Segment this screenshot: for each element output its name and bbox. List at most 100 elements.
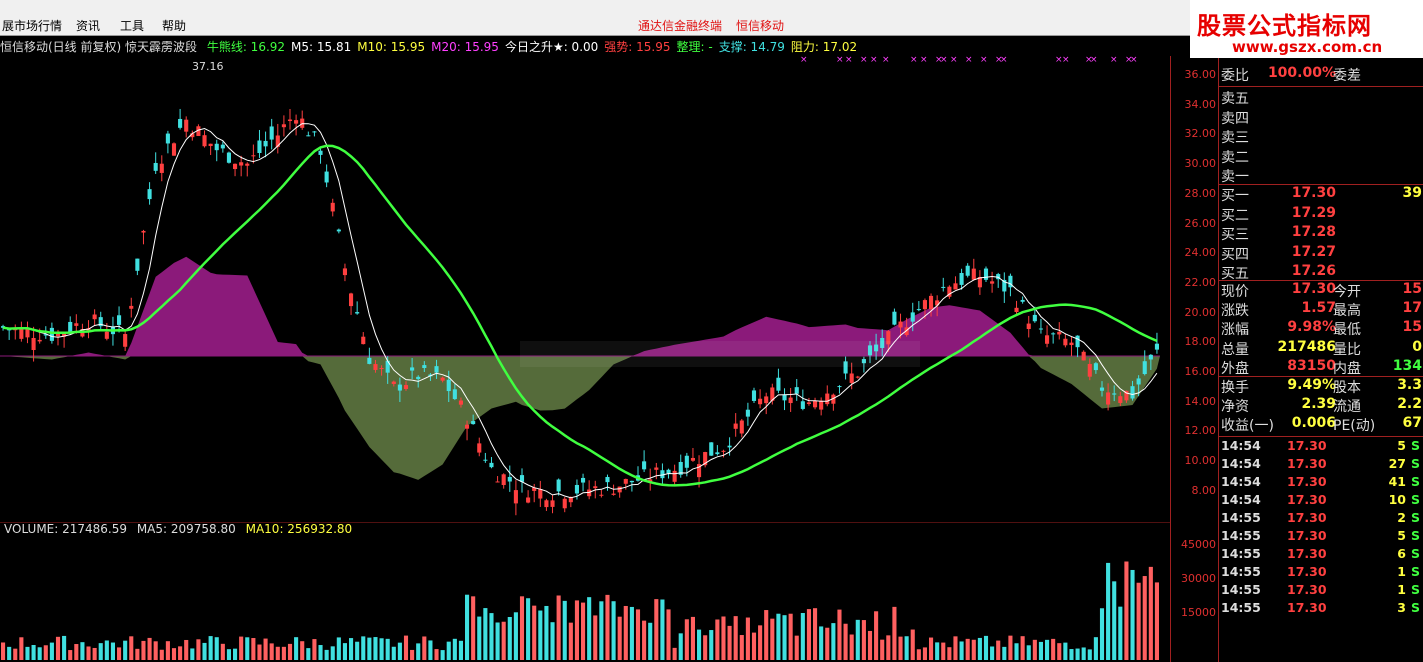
candle-body xyxy=(324,171,329,183)
tick-t: 14:54 xyxy=(1221,438,1261,453)
indicator-item: M5: 15.81 xyxy=(291,40,352,54)
volume-bar xyxy=(929,637,934,660)
volume-bar xyxy=(403,635,409,660)
candle-body xyxy=(330,202,335,212)
volume-bar xyxy=(379,638,384,660)
tick-row: 14:55 17.30 2 S xyxy=(1219,510,1423,528)
volume-bar xyxy=(43,645,48,660)
volume-bar xyxy=(391,646,396,660)
volume-bar xyxy=(977,637,982,660)
price-axis-label: 22.00 xyxy=(1184,275,1217,289)
candle-body xyxy=(171,143,177,156)
candle-body xyxy=(471,421,476,425)
volume-bar xyxy=(617,616,622,660)
quote-row: 卖二 xyxy=(1219,147,1423,166)
tick-s: S xyxy=(1410,456,1420,471)
candle-body xyxy=(1130,386,1135,399)
candle-body xyxy=(507,476,512,482)
quote-label: 最低 xyxy=(1333,322,1361,339)
candle-body xyxy=(1069,342,1074,346)
candle-body xyxy=(153,162,158,171)
volume-bar xyxy=(117,647,122,660)
watermark-band xyxy=(520,341,920,367)
volume-bar xyxy=(922,647,927,660)
volume-bar xyxy=(581,602,586,660)
candle-body xyxy=(910,312,915,322)
volume-bar xyxy=(764,610,769,660)
tick-s: S xyxy=(1410,510,1420,525)
candle-body xyxy=(1112,393,1117,395)
price-axis-label: 36.00 xyxy=(1184,68,1217,81)
candle-body xyxy=(990,281,995,284)
tick-row: 14:55 17.30 1 S xyxy=(1219,582,1423,600)
volume-bar xyxy=(605,594,610,660)
volume-bar xyxy=(62,635,67,660)
quote-label: PE(动) xyxy=(1333,418,1376,435)
volume-bar xyxy=(446,641,451,660)
menu-market[interactable]: 展市场行情 xyxy=(2,17,62,34)
menu-news[interactable]: 资讯 xyxy=(76,17,100,34)
candle-body xyxy=(403,385,409,389)
candle-body xyxy=(599,494,604,496)
tick-row: 14:55 17.30 5 S xyxy=(1219,528,1423,546)
quote-row: 现价 17.30 今开 15 xyxy=(1219,281,1423,300)
quote-value: 3.3 xyxy=(1397,377,1422,393)
volume-bar xyxy=(886,635,891,660)
menu-help[interactable]: 帮助 xyxy=(162,17,186,34)
tick-s: S xyxy=(1410,546,1420,561)
volume-bar xyxy=(1075,648,1080,660)
candle-body xyxy=(1106,392,1111,405)
volume-bar xyxy=(410,649,415,660)
volume-bar xyxy=(861,620,866,660)
volume-bar xyxy=(587,597,592,660)
tick-p: 17.30 xyxy=(1287,456,1327,471)
tick-t: 14:55 xyxy=(1221,510,1261,525)
volume-bar xyxy=(800,613,805,660)
candle-body xyxy=(159,163,164,173)
volume-bar xyxy=(1087,649,1092,660)
tick-s: S xyxy=(1410,438,1420,453)
candle-body xyxy=(37,339,42,342)
volume-bar xyxy=(550,622,555,660)
menu-tools[interactable]: 工具 xyxy=(120,17,144,34)
volume-bar xyxy=(202,642,207,660)
volume-bar xyxy=(300,641,305,660)
candle-body xyxy=(605,476,610,483)
volume-bar xyxy=(80,642,85,660)
candle-body xyxy=(434,366,439,373)
candle-body xyxy=(709,442,714,456)
volume-bar xyxy=(104,640,109,660)
tick-t: 14:55 xyxy=(1221,546,1261,561)
candle-body xyxy=(739,420,744,434)
volume-bar xyxy=(1081,647,1086,660)
candle-body xyxy=(269,126,274,140)
volume-bar xyxy=(483,608,488,660)
signal-mark: × xyxy=(910,56,918,65)
volume-bar xyxy=(165,641,170,660)
candle-body xyxy=(825,393,830,405)
volume-bar xyxy=(898,636,903,660)
tick-s: S xyxy=(1410,474,1420,489)
volume-bar xyxy=(135,648,140,660)
candle-body xyxy=(477,443,482,453)
volume-bar xyxy=(1118,606,1123,660)
candle-body xyxy=(202,135,207,147)
candle-body xyxy=(837,386,842,388)
tick-row: 14:54 17.30 10 S xyxy=(1219,492,1423,510)
volume-bar xyxy=(1154,582,1159,660)
volume-bar xyxy=(703,635,708,660)
volume-bar xyxy=(452,638,457,660)
candle-body xyxy=(342,268,347,276)
quote-value: 2.39 xyxy=(1301,396,1336,413)
tick-row: 14:55 17.30 3 S xyxy=(1219,600,1423,618)
price-axis-label: 26.00 xyxy=(1184,216,1217,230)
volume-chart[interactable] xyxy=(0,522,1170,662)
candle-body xyxy=(349,293,354,307)
kline-chart[interactable]: 37.16 × × × × × × × × × × × × × × × ××××× × × xyxy=(0,56,1170,522)
tick-p: 17.30 xyxy=(1287,528,1327,543)
quote-row: 买二 17.29 xyxy=(1219,205,1423,224)
volume-bar xyxy=(416,643,421,660)
candle-body xyxy=(965,265,970,276)
volume-bar xyxy=(1,642,6,660)
volume-bar xyxy=(465,594,470,660)
